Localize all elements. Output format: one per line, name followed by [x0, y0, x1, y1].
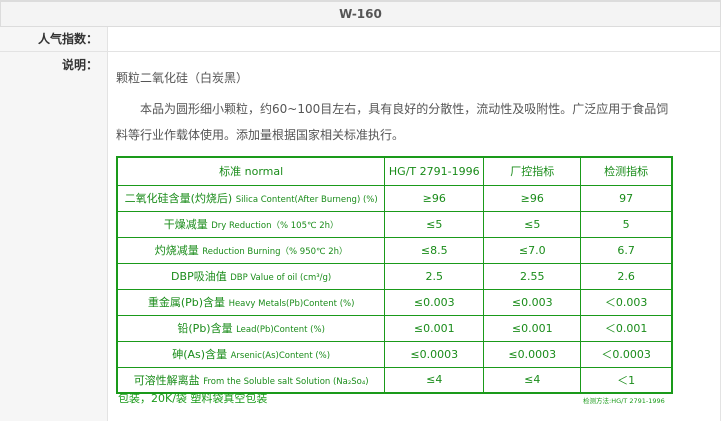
factory-value: 2.55: [483, 262, 582, 290]
table-row: 铅(Pb)含量 Lead(Pb)Content (%) ≤0.001 ≤0.00…: [116, 314, 673, 342]
test-value: ＜0.0003: [580, 340, 673, 368]
spec-item-cn: 重金属(Pb)含量: [147, 296, 226, 309]
test-value: ＜0.001: [580, 314, 673, 342]
test-method-note: 检测方法:HG/T 2791-1996: [583, 397, 665, 405]
spec-item: 砷(As)含量 Arsenic(As)Content (%): [116, 340, 386, 368]
spec-item-cn: 干燥减量: [163, 218, 208, 231]
packaging-note: 包装，20K/袋 塑料袋真空包装: [118, 392, 268, 405]
spec-item-cn: 二氧化硅含量(灼烧后): [124, 192, 233, 205]
spec-item: 重金属(Pb)含量 Heavy Metals(Pb)Content (%): [116, 288, 386, 316]
factory-value: ≤7.0: [483, 236, 582, 264]
col-header-normal: 标准 normal: [116, 156, 386, 186]
test-value: 2.6: [580, 262, 673, 290]
description-label: 说明：: [0, 52, 108, 421]
test-value: 6.7: [580, 236, 673, 264]
spec-item-cn: 灼烧减量: [154, 244, 199, 257]
factory-value: ≤0.003: [483, 288, 582, 316]
standard-value: ≤0.003: [384, 288, 485, 316]
table-row: 重金属(Pb)含量 Heavy Metals(Pb)Content (%) ≤0…: [116, 288, 673, 316]
factory-value: ≥96: [483, 184, 582, 212]
factory-value: ≤0.001: [483, 314, 582, 342]
factory-value: ≤5: [483, 210, 582, 238]
spec-item: 二氧化硅含量(灼烧后) Silica Content(After Burneng…: [116, 184, 386, 212]
table-row: 二氧化硅含量(灼烧后) Silica Content(After Burneng…: [116, 184, 673, 212]
spec-item-cn: DBP吸油值: [171, 270, 227, 283]
table-row: 砷(As)含量 Arsenic(As)Content (%) ≤0.0003 ≤…: [116, 340, 673, 368]
factory-value: ≤0.0003: [483, 340, 582, 368]
standard-value: ≤5: [384, 210, 485, 238]
col-header-test: 检测指标: [580, 156, 673, 186]
popularity-label: 人气指数：: [0, 27, 108, 51]
spec-item-en: From the Soluble salt Solution (Na₂So₄): [203, 376, 369, 387]
col-header-factory: 厂控指标: [483, 156, 582, 186]
spec-item-cn: 砷(As)含量: [172, 348, 228, 361]
spec-item-en: Heavy Metals(Pb)Content (%): [228, 299, 355, 309]
standard-value: ≤4: [384, 366, 485, 394]
standard-value: ≥96: [384, 184, 485, 212]
test-value: 97: [580, 184, 673, 212]
spec-item-cn: 可溶性解离盐: [133, 373, 200, 387]
spec-table: 标准 normal HG/T 2791-1996 厂控指标 检测指标 二氧化硅含…: [116, 156, 673, 394]
spec-item-en: Silica Content(After Burneng) (%): [235, 195, 378, 205]
factory-value: ≤4: [483, 366, 582, 394]
test-value: 5: [580, 210, 673, 238]
product-intro: 本品为圆形细小颗粒，约60~100目左右，具有良好的分散性，流动性及吸附性。广泛…: [116, 102, 669, 142]
col-header-standard: HG/T 2791-1996: [384, 156, 485, 186]
spec-item-en: Dry Reduction（% 105℃ 2h）: [211, 221, 339, 231]
table-row: 灼烧减量 Reduction Burning（% 950℃ 2h） ≤8.5 ≤…: [116, 236, 673, 264]
spec-item-en: Arsenic(As)Content (%): [230, 351, 331, 361]
spec-item: 铅(Pb)含量 Lead(Pb)Content (%): [116, 314, 386, 342]
test-value: ＜1: [580, 366, 673, 394]
standard-value: 2.5: [384, 262, 485, 290]
popularity-row: 人气指数：: [0, 27, 721, 52]
product-name: 颗粒二氧化硅（白炭黑）: [116, 71, 249, 85]
standard-value: ≤8.5: [384, 236, 485, 264]
spec-item: 干燥减量 Dry Reduction（% 105℃ 2h）: [116, 210, 386, 238]
spec-table-header: 标准 normal HG/T 2791-1996 厂控指标 检测指标: [116, 156, 673, 186]
spec-item: DBP吸油值 DBP Value of oil (cm³/g): [116, 262, 386, 290]
spec-item-en: Lead(Pb)Content (%): [236, 325, 325, 335]
product-title: W-160: [0, 0, 721, 27]
spec-item-en: Reduction Burning（% 950℃ 2h）: [202, 247, 348, 257]
table-row: 干燥减量 Dry Reduction（% 105℃ 2h） ≤5 ≤5 5: [116, 210, 673, 238]
standard-value: ≤0.0003: [384, 340, 485, 368]
spec-item-cn: 铅(Pb)含量: [177, 322, 233, 335]
spec-item: 灼烧减量 Reduction Burning（% 950℃ 2h）: [116, 236, 386, 264]
spec-item-en: DBP Value of oil (cm³/g): [230, 273, 332, 283]
table-row: DBP吸油值 DBP Value of oil (cm³/g) 2.5 2.55…: [116, 262, 673, 290]
standard-value: ≤0.001: [384, 314, 485, 342]
test-value: ＜0.003: [580, 288, 673, 316]
